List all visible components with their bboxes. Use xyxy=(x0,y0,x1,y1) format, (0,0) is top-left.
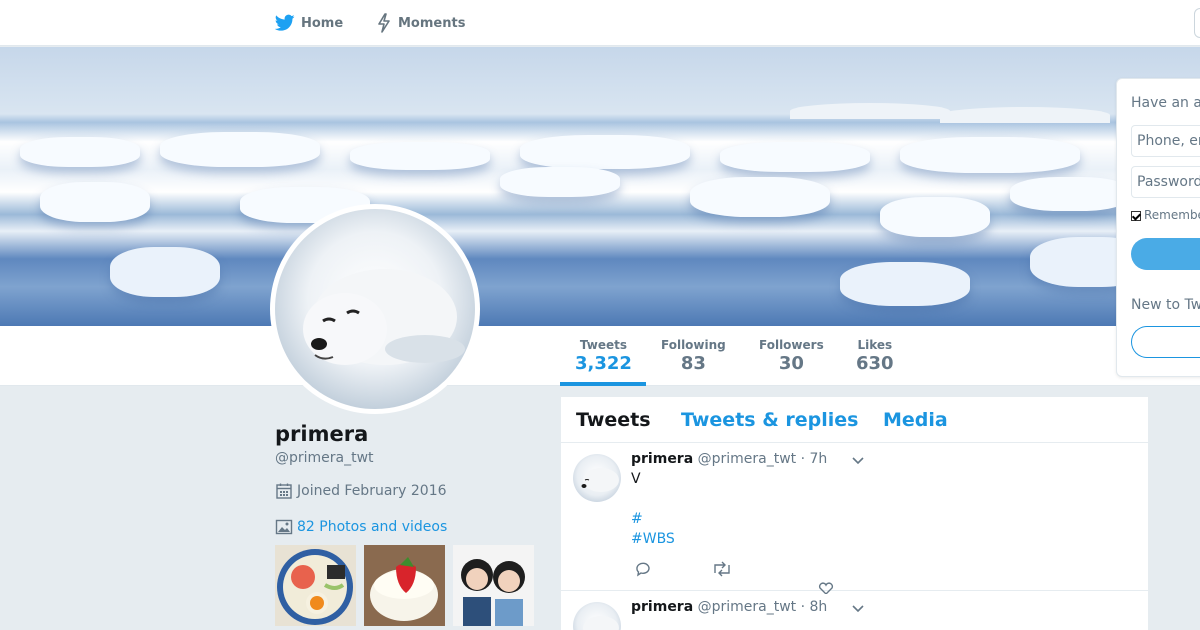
ice-floe xyxy=(690,177,830,217)
profile-avatar[interactable] xyxy=(270,204,480,414)
ice-floe xyxy=(880,197,990,237)
distant-mountain xyxy=(790,103,950,119)
timeline-tabs: Tweets Tweets & replies Media xyxy=(561,397,1148,443)
tweet-author-handle[interactable]: @primera_twt xyxy=(698,451,797,467)
search-box-edge[interactable] xyxy=(1194,8,1200,38)
nav-moments[interactable]: Moments xyxy=(376,12,465,34)
ice-floe xyxy=(840,262,970,306)
distant-mountain xyxy=(940,107,1110,123)
tweet-timestamp[interactable]: · 7h xyxy=(801,451,828,467)
photo-thumbnail-dessert[interactable] xyxy=(364,545,445,626)
two-people-image xyxy=(453,545,534,626)
stat-label: Likes xyxy=(857,338,893,352)
tweet-hashtag[interactable]: # xyxy=(631,511,643,527)
ice-floe xyxy=(500,167,620,197)
stat-label: Following xyxy=(661,338,726,352)
header-banner-image xyxy=(0,47,1200,326)
reply-icon[interactable] xyxy=(634,561,652,577)
stat-tweets[interactable]: Tweets 3,322 xyxy=(575,338,632,374)
retweet-icon[interactable] xyxy=(711,561,733,577)
photos-videos-label: 82 Photos and videos xyxy=(297,519,448,535)
tab-tweets-replies[interactable]: Tweets & replies xyxy=(681,409,858,431)
profile-nav-bar: Tweets 3,322 Following 83 Followers 30 L… xyxy=(0,326,1200,386)
new-to-twitter-text: New to Tw xyxy=(1131,297,1200,313)
tweet-avatar[interactable] xyxy=(573,602,621,630)
nav-moments-label: Moments xyxy=(398,15,466,31)
lightning-icon xyxy=(378,13,390,33)
tweet-header: primera @primera_twt · 7h xyxy=(631,451,827,467)
profile-handle[interactable]: @primera_twt xyxy=(275,450,374,466)
signup-button[interactable] xyxy=(1131,326,1200,358)
stat-value: 30 xyxy=(778,353,804,374)
ice-floe xyxy=(1010,177,1130,211)
seal-icon xyxy=(581,468,619,492)
phone-email-input[interactable]: Phone, er xyxy=(1131,125,1200,157)
food-bowl-image xyxy=(275,545,356,626)
joined-date: Joined February 2016 xyxy=(275,482,447,500)
stat-label: Tweets xyxy=(579,338,628,352)
password-input[interactable]: Password xyxy=(1131,166,1200,198)
stat-followers[interactable]: Followers 30 xyxy=(759,338,824,374)
chevron-down-icon[interactable] xyxy=(851,602,865,616)
tweet-author-name[interactable]: primera xyxy=(631,599,693,615)
nav-home[interactable]: Home xyxy=(275,12,343,34)
tweet-author-name[interactable]: primera xyxy=(631,451,693,467)
ice-floe xyxy=(350,142,490,170)
photo-thumbnail-noodles[interactable] xyxy=(275,545,356,626)
tweet-item[interactable]: primera @primera_twt · 8h xyxy=(561,591,1148,630)
ice-floe xyxy=(160,132,320,167)
tweet-hashtag[interactable]: #WBS xyxy=(631,531,675,547)
tweet-timestamp[interactable]: · 8h xyxy=(801,599,828,615)
remember-checkbox[interactable] xyxy=(1131,211,1141,221)
calendar-icon xyxy=(276,483,292,499)
stat-value: 630 xyxy=(856,353,894,374)
seal-icon xyxy=(583,616,619,630)
chevron-down-icon[interactable] xyxy=(851,454,865,468)
login-button[interactable] xyxy=(1131,238,1200,270)
strawberry-dessert-image xyxy=(364,545,445,626)
ice-floe xyxy=(720,142,870,172)
nav-home-label: Home xyxy=(301,15,344,31)
active-stat-indicator xyxy=(560,382,646,386)
tab-media[interactable]: Media xyxy=(883,409,948,431)
stat-value: 83 xyxy=(680,353,706,374)
seal-icon xyxy=(303,269,465,365)
ice-floe xyxy=(520,135,690,169)
tweet-item[interactable]: primera @primera_twt · 7h V # #WBS xyxy=(561,443,1148,594)
seal-avatar-image xyxy=(275,209,475,409)
stat-likes[interactable]: Likes 630 xyxy=(856,338,894,374)
login-title: Have an a xyxy=(1131,95,1200,111)
timeline: Tweets Tweets & replies Media primera @p… xyxy=(561,397,1148,630)
stat-value: 3,322 xyxy=(575,353,632,374)
remember-me[interactable]: Remember xyxy=(1131,208,1200,222)
image-icon xyxy=(275,519,293,535)
stat-following[interactable]: Following 83 xyxy=(661,338,726,374)
tweet-author-handle[interactable]: @primera_twt xyxy=(698,599,797,615)
bird-icon xyxy=(275,14,295,31)
top-navigation: Home Moments xyxy=(0,0,1200,46)
ice-floe xyxy=(40,182,150,222)
ice-floe xyxy=(900,137,1080,173)
ice-floe xyxy=(110,247,220,297)
tab-tweets[interactable]: Tweets xyxy=(576,409,651,431)
profile-name[interactable]: primera xyxy=(275,422,368,446)
photo-thumbnail-people[interactable] xyxy=(453,545,534,626)
ice-floe xyxy=(20,137,140,167)
stat-label: Followers xyxy=(759,338,824,352)
tweet-text: V xyxy=(631,471,641,487)
login-panel: Have an a Phone, er Password Remember Ne… xyxy=(1116,78,1200,377)
tweet-avatar[interactable] xyxy=(573,454,621,502)
tweet-header: primera @primera_twt · 8h xyxy=(631,599,827,615)
photos-videos-link[interactable]: 82 Photos and videos xyxy=(275,518,447,536)
joined-text: Joined February 2016 xyxy=(297,483,447,499)
remember-label: Remember xyxy=(1144,208,1200,222)
